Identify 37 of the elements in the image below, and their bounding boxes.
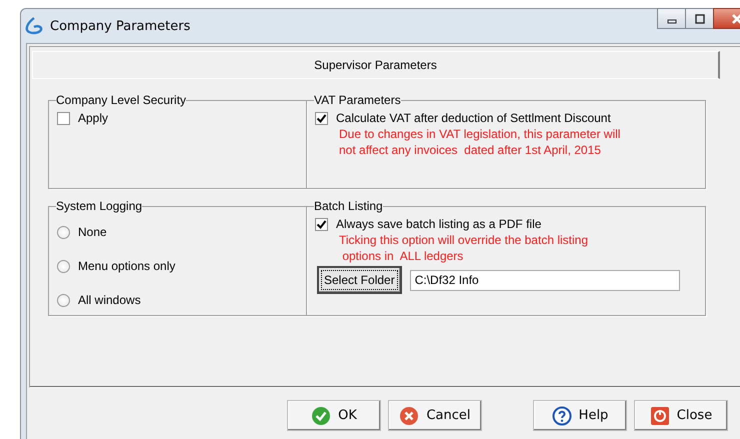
checkbox[interactable] (315, 218, 328, 230)
radio-label[interactable]: All windows (78, 293, 141, 307)
warning-text: Due to changes in VAT legislation, this parameter will (339, 126, 622, 142)
help-button[interactable]: Help (533, 400, 627, 431)
warning-text: not affect any invoices dated after 1st April, 2015 (339, 142, 602, 158)
checkbox-label[interactable]: Apply (78, 111, 108, 125)
power-icon (650, 406, 670, 426)
checkbox[interactable] (315, 112, 328, 124)
app-logo-icon (24, 16, 44, 36)
close-icon (731, 12, 740, 24)
radio-label[interactable]: None (78, 225, 107, 239)
ok-button[interactable]: OK (287, 400, 381, 431)
cancel-button[interactable]: Cancel (388, 400, 482, 431)
minimize-button[interactable] (657, 8, 686, 29)
tab[interactable]: Supervisor Parameters (32, 51, 720, 79)
group-title: Batch Listing (314, 199, 383, 213)
folder-path-field[interactable]: C:\Df32 Info (410, 270, 680, 290)
group-title: VAT Parameters (314, 93, 401, 107)
help-icon (552, 406, 572, 426)
radio-button[interactable] (57, 294, 70, 306)
cancel-icon (399, 406, 420, 426)
maximize-icon (694, 14, 704, 24)
window-title: Company Parameters (50, 18, 190, 34)
radio-button[interactable] (57, 226, 70, 238)
close-button[interactable]: Close (634, 400, 728, 431)
maximize-button[interactable] (685, 8, 714, 29)
group-title: Company Level Security (56, 93, 186, 107)
warning-text: Ticking this option will override the batch listing (339, 232, 590, 248)
group-title: System Logging (56, 199, 142, 213)
checkbox[interactable] (57, 112, 70, 124)
checkbox-label[interactable]: Calculate VAT after deduction of Settlment Discount (336, 111, 611, 125)
check-icon (311, 406, 332, 426)
checkbox-label[interactable]: Always save batch listing as a PDF file (336, 217, 542, 231)
radio-button[interactable] (57, 260, 70, 272)
radio-label[interactable]: Menu options only (78, 259, 176, 273)
select-folder-button[interactable]: Select Folder (317, 266, 402, 294)
warning-text: options in ALL ledgers (341, 248, 464, 264)
